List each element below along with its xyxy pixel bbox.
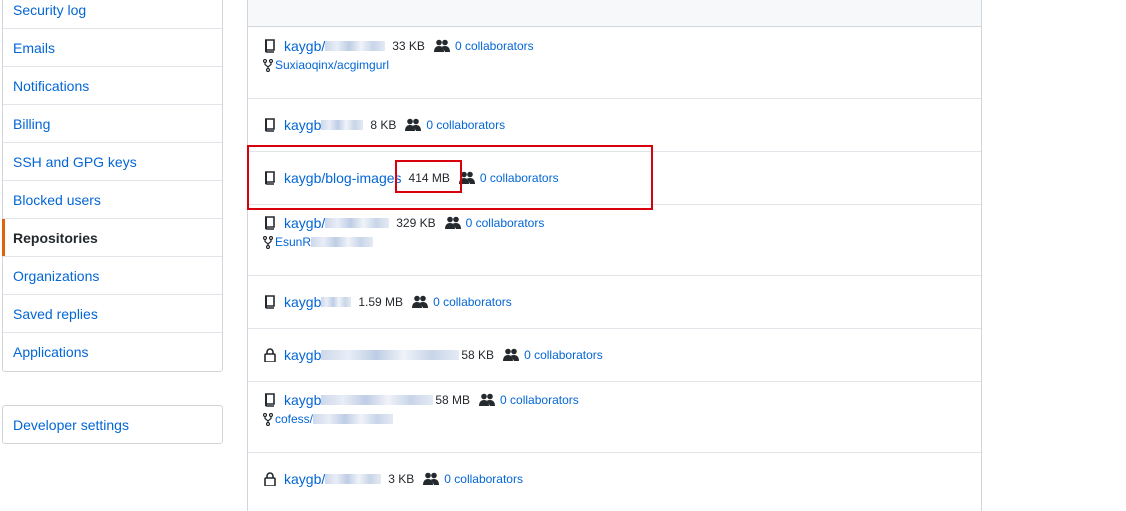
forked-from-link[interactable]: EsunR: [275, 235, 311, 249]
sidebar-item-billing[interactable]: Billing: [3, 105, 222, 143]
repo-name-link[interactable]: kaygb: [284, 392, 321, 408]
lock-icon: [264, 472, 276, 486]
repo-icon: [265, 39, 275, 53]
fork-icon: [263, 58, 273, 72]
settings-sidebar: Security log Emails Notifications Billin…: [2, 0, 223, 372]
repo-name-link[interactable]: kaygb: [284, 294, 321, 310]
repo-icon: [265, 216, 275, 230]
repo-size: 58 MB: [435, 393, 471, 407]
repo-size: 1.59 MB: [358, 295, 404, 309]
sidebar-item-organizations[interactable]: Organizations: [3, 257, 222, 295]
redacted-text: [325, 41, 386, 51]
sidebar-item-saved-replies[interactable]: Saved replies: [3, 295, 222, 333]
repo-icon: [265, 118, 275, 132]
people-icon: [412, 295, 429, 308]
people-icon: [503, 348, 520, 361]
redacted-text: [325, 474, 382, 484]
repo-size: 58 KB: [461, 348, 495, 362]
people-icon: [423, 472, 440, 485]
repo-row: kaygb/ 3 KB 0 collaborators: [248, 453, 981, 511]
repo-row: kaygb/ 33 KB 0 collaborators Suxiaoqinx/…: [248, 27, 981, 99]
people-icon: [479, 393, 496, 406]
repo-size: 8 KB: [370, 118, 397, 132]
lock-icon: [264, 348, 276, 362]
developer-settings-box: Developer settings: [2, 405, 223, 444]
repo-name-link[interactable]: kaygb/: [284, 471, 325, 487]
sidebar-item-emails[interactable]: Emails: [3, 29, 222, 67]
redacted-text: [325, 218, 390, 228]
repo-name-link[interactable]: kaygb/: [284, 215, 325, 231]
redacted-text: [321, 395, 434, 405]
collaborators-link[interactable]: 0 collaborators: [466, 216, 545, 230]
repo-name-link[interactable]: kaygb: [284, 117, 321, 133]
repo-size: 329 KB: [396, 216, 436, 230]
repo-size: 33 KB: [392, 39, 425, 53]
people-icon: [433, 39, 450, 52]
repo-size: 3 KB: [388, 472, 415, 486]
people-icon: [444, 216, 461, 229]
sidebar-item-developer-settings[interactable]: Developer settings: [3, 406, 222, 443]
repo-list-header: kaygb: [248, 0, 981, 27]
redacted-text: [321, 350, 460, 360]
fork-icon: [263, 235, 273, 249]
collaborators-link[interactable]: 0 collaborators: [455, 39, 534, 53]
annotation-box-repo-size: [395, 160, 462, 193]
fork-icon: [263, 412, 273, 426]
collaborators-link[interactable]: 0 collaborators: [433, 295, 512, 309]
redacted-text: [321, 297, 352, 307]
repo-row: kaygb 58 KB 0 collaborators: [248, 329, 981, 382]
people-icon: [405, 118, 422, 131]
forked-from-link[interactable]: Suxiaoqinx/acgimgurl: [275, 58, 389, 72]
collaborators-link[interactable]: 0 collaborators: [524, 348, 603, 362]
redacted-text: [313, 414, 394, 424]
sidebar-item-security-log[interactable]: Security log: [3, 0, 222, 29]
repo-row: kaygb 1.59 MB 0 collaborators: [248, 276, 981, 329]
repo-row: kaygb/ 329 KB 0 collaborators EsunR: [248, 205, 981, 276]
collaborators-link[interactable]: 0 collaborators: [426, 118, 505, 132]
redacted-text: [321, 120, 364, 130]
collaborators-link[interactable]: 0 collaborators: [500, 393, 579, 407]
sidebar-item-notifications[interactable]: Notifications: [3, 67, 222, 105]
repo-icon: [265, 295, 275, 309]
repo-name-link[interactable]: kaygb/: [284, 38, 325, 54]
redacted-text: [311, 237, 374, 247]
repo-row: kaygb 58 MB 0 collaborators cofess/: [248, 382, 981, 453]
repo-name-link[interactable]: kaygb: [284, 347, 321, 363]
sidebar-item-ssh-gpg-keys[interactable]: SSH and GPG keys: [3, 143, 222, 181]
collaborators-link[interactable]: 0 collaborators: [444, 472, 523, 486]
sidebar-item-applications[interactable]: Applications: [3, 333, 222, 371]
sidebar-item-repositories[interactable]: Repositories: [2, 219, 222, 257]
repo-icon: [265, 393, 275, 407]
repository-list: kaygb kaygb/ 33 KB 0 collaborators Suxia…: [247, 0, 982, 511]
forked-from-link[interactable]: cofess/: [275, 412, 313, 426]
sidebar-item-blocked-users[interactable]: Blocked users: [3, 181, 222, 219]
